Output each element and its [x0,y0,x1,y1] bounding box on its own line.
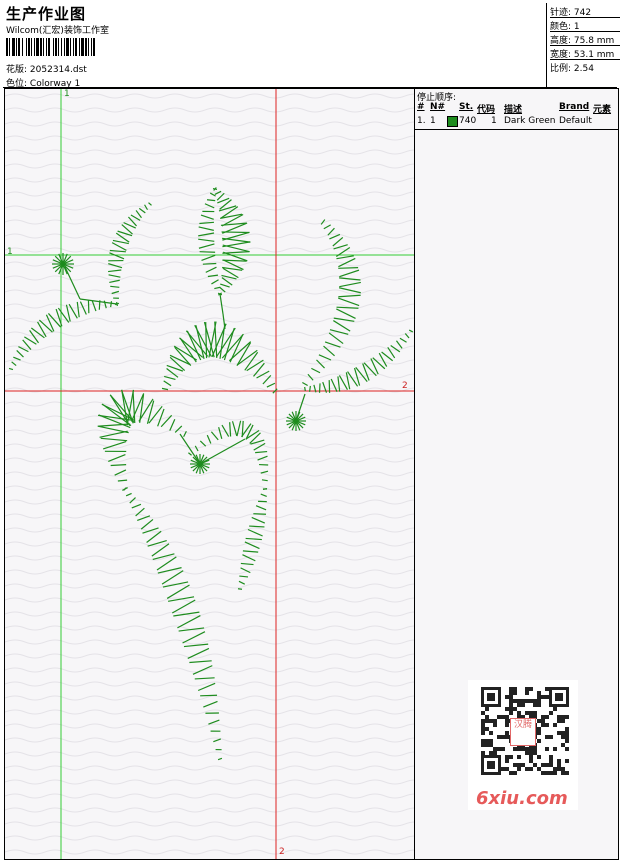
page-title: 生产作业图 [6,5,87,23]
col-element-header: 元素 [593,105,612,115]
design-line: 花版: 2052314.dst [6,62,87,75]
red-v-guide-label: 2 [279,847,285,857]
company-name: Wilcom(汇宏)装饰工作室 [6,26,109,36]
row-n: 1 [430,116,436,126]
design-label: 花版: [6,65,28,75]
stat-scale: 比例: 2.54 [550,64,594,74]
watermark: 汉腾 6xiu.com [468,680,578,810]
row-code: 1 [491,116,497,126]
row-brand: Default [559,116,592,126]
green-v-guide-label: 1 [64,89,70,99]
stats-panel: 针迹: 742 颜色: 1 高度: 75.8 mm 宽度: 53.1 mm 比例… [546,3,620,87]
col-desc-header: 描述 [504,105,523,115]
design-canvas: 1 1 2 2 [4,88,415,860]
watermark-site: 6xiu.com [476,788,568,809]
watermark-stamp: 汉腾 [510,718,536,746]
row-description: Dark Green [504,116,556,126]
col-code-header: 代码 [477,105,496,115]
col-num-header: # [417,102,425,112]
row-stitches: 740 [459,116,477,126]
barcode [6,38,141,56]
design-file: 2052314.dst [29,65,87,75]
embroidery-drawing [5,89,414,859]
col-n-header: N# [430,102,446,112]
table-divider [415,129,618,130]
row-num: 1. [417,116,426,126]
thread-color-swatch [447,116,458,127]
green-h-guide-label: 1 [7,247,13,257]
col-brand-header: Brand [559,102,590,112]
red-h-guide-label: 2 [402,381,408,391]
col-st-header: St. [459,102,474,112]
